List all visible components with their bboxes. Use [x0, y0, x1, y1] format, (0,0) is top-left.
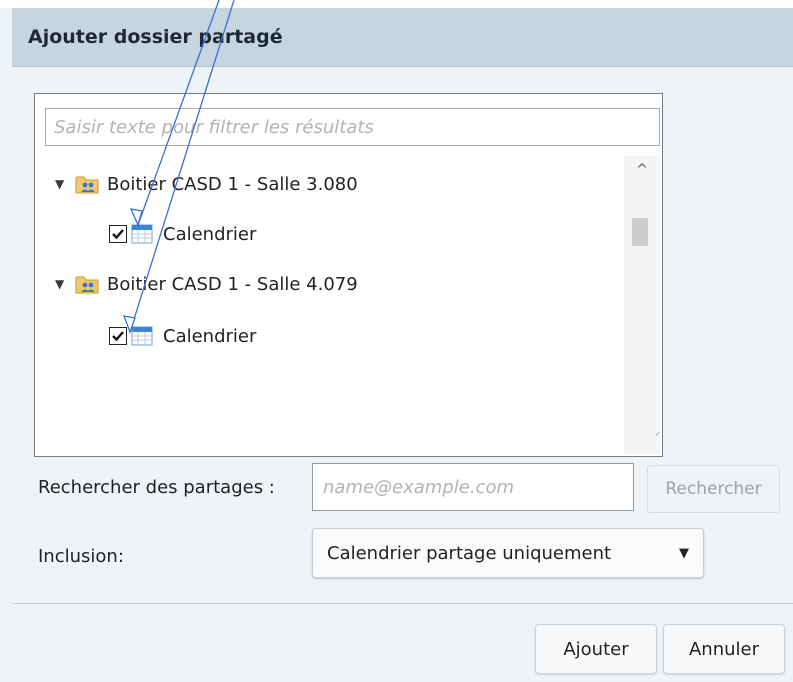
chevron-up-icon[interactable]: ^	[624, 162, 660, 182]
tree-panel: ▼ Boitier CASD 1 - Salle 3.080	[34, 93, 663, 457]
calendar-icon	[131, 326, 153, 346]
search-label: Rechercher des partages :	[38, 477, 275, 498]
tree-group-label: Boitier CASD 1 - Salle 4.079	[107, 273, 358, 295]
tree-group-label: Boitier CASD 1 - Salle 3.080	[107, 173, 358, 195]
add-shared-folder-dialog: Ajouter dossier partagé ▼ Boitier CASD 1…	[0, 0, 793, 682]
checkmark-icon	[112, 331, 124, 342]
tree-item-label: Calendrier	[163, 223, 257, 245]
dialog-title: Ajouter dossier partagé	[28, 26, 283, 48]
add-button[interactable]: Ajouter	[535, 624, 657, 674]
inclusion-label: Inclusion:	[38, 546, 124, 567]
checkbox[interactable]	[109, 327, 127, 345]
tree-list: ▼ Boitier CASD 1 - Salle 3.080 Calendrie…	[35, 156, 623, 446]
calendar-icon	[131, 224, 153, 244]
caret-down-icon: ▼	[679, 545, 689, 561]
resize-grip-icon[interactable]: ⸝	[655, 424, 663, 438]
inclusion-select[interactable]: Calendrier partage uniquement ▼	[312, 528, 704, 578]
scrollbar-thumb[interactable]	[632, 218, 648, 246]
search-button[interactable]: Rechercher	[647, 465, 780, 513]
shared-folder-icon	[75, 176, 99, 194]
dialog-header: Ajouter dossier partagé	[12, 8, 793, 67]
footer-divider	[12, 603, 793, 604]
tree-group-row[interactable]: ▼ Boitier CASD 1 - Salle 4.079	[55, 264, 358, 304]
checkmark-icon	[112, 229, 124, 240]
top-strip	[0, 0, 793, 8]
cancel-button[interactable]: Annuler	[663, 624, 785, 674]
shared-folder-icon	[75, 276, 99, 294]
tree-group-row[interactable]: ▼ Boitier CASD 1 - Salle 3.080	[55, 164, 358, 204]
tree-item-label: Calendrier	[163, 325, 257, 347]
tree-item-row[interactable]: Calendrier	[109, 316, 256, 356]
search-input[interactable]	[312, 463, 634, 511]
tree-scrollbar[interactable]: ^	[624, 156, 660, 454]
inclusion-selected-value: Calendrier partage uniquement	[327, 542, 612, 564]
checkbox[interactable]	[109, 225, 127, 243]
expand-triangle-icon[interactable]: ▼	[55, 177, 67, 191]
expand-triangle-icon[interactable]: ▼	[55, 277, 67, 291]
tree-item-row[interactable]: Calendrier	[109, 214, 256, 254]
filter-input[interactable]	[45, 108, 660, 146]
